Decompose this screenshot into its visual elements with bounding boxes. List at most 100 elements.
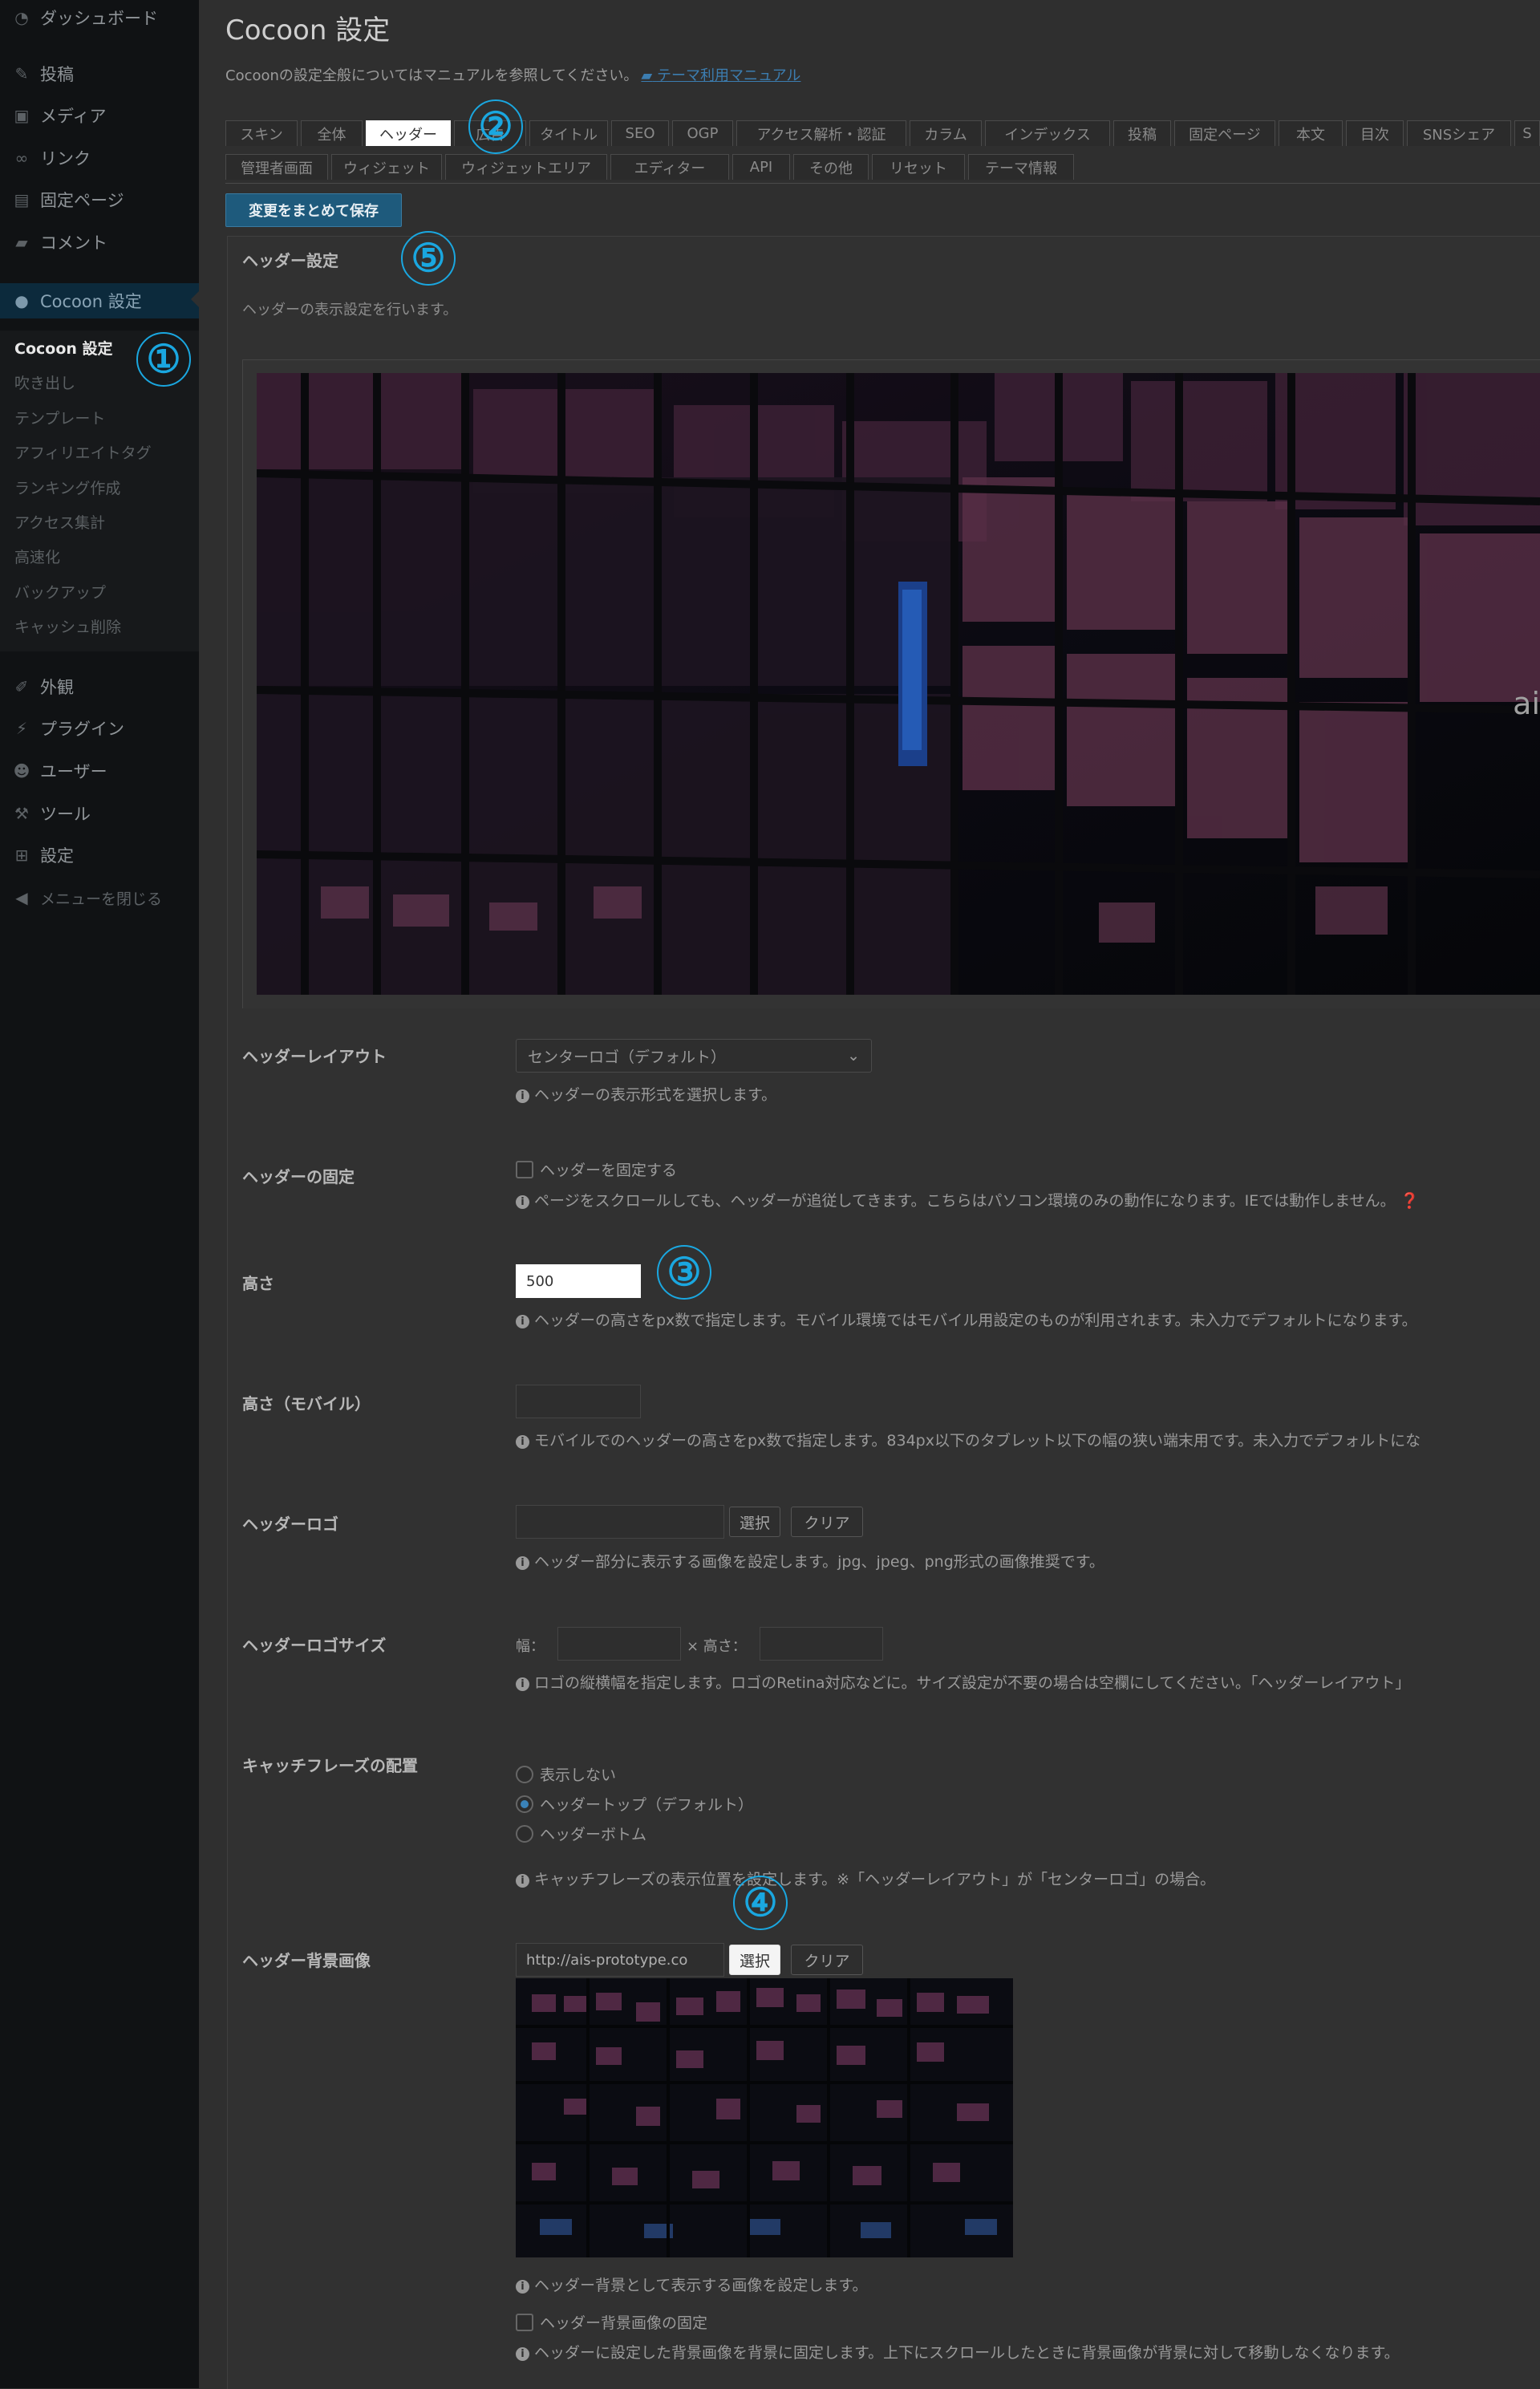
bg-image-select-button[interactable]: 選択 [729,1945,780,1975]
info-icon: i [516,2280,529,2294]
logo-height-input[interactable] [760,1627,883,1661]
cocoon-icon: ● [14,291,29,310]
help-text: ヘッダーに設定した背景画像を背景に固定します。上下にスクロールしたときに背景画像… [534,2344,1400,2362]
submenu-affiliate-tag[interactable]: アフィリエイトタグ [14,441,152,463]
menu-appearance[interactable]: ✐ 外観 [0,671,199,703]
menu-label: プラグイン [40,720,124,739]
bg-image-url-input[interactable]: http://ais-prototype.co [516,1943,724,1977]
help-text: モバイルでのヘッダーの高さをpx数で指定します。834px以下のタブレット以下の… [534,1432,1421,1450]
menu-collapse[interactable]: ◀ メニューを閉じる [0,882,199,914]
submenu-backup[interactable]: バックアップ [14,581,106,602]
tab-seo[interactable]: SEO [611,120,669,146]
info-icon: i [516,1089,529,1103]
help-text: ロゴの縦横幅を指定します。ロゴのRetina対応などに。サイズ設定が不要の場合は… [534,1674,1411,1692]
media-icon: ▣ [14,106,30,125]
header-layout-value: センターロゴ（デフォルト） [528,1048,727,1066]
menu-label: ツール [40,805,91,824]
plugin-icon: ⚡ [15,719,28,738]
menu-pages[interactable]: ▤ 固定ページ [0,184,199,216]
tab-index[interactable]: インデックス [985,120,1110,146]
question-icon[interactable]: ❓ [1400,1192,1420,1210]
tab-column[interactable]: カラム [910,120,982,146]
tab-editor[interactable]: エディター [610,154,729,180]
tab-all[interactable]: 全体 [301,120,363,146]
menu-comments[interactable]: ▰ コメント [0,226,199,258]
menu-settings[interactable]: ⊞ 設定 [0,839,199,871]
tab-reset[interactable]: リセット [872,154,965,180]
annotation-marker-5: ⑤ [401,231,456,286]
submenu-access[interactable]: アクセス集計 [14,511,105,533]
height-input[interactable]: 500 [516,1264,641,1298]
menu-tools[interactable]: ⚒ ツール [0,797,199,829]
catchphrase-option-label[interactable]: ヘッダーボトム [540,1823,646,1844]
menu-plugins[interactable]: ⚡ プラグイン [0,712,199,744]
menu-users[interactable]: ☻ ユーザー [0,755,199,787]
bg-image-clear-button[interactable]: クリア [791,1945,863,1975]
tab-admin-screen[interactable]: 管理者画面 [225,154,328,180]
tab-theme-info[interactable]: テーマ情報 [968,154,1074,180]
header-logo-select-button[interactable]: 選択 [729,1507,780,1537]
height-mobile-input[interactable] [516,1385,641,1418]
manual-link-label: テーマ利用マニュアル [656,67,801,84]
tab-api[interactable]: API [732,154,790,180]
bg-image-fix-checkbox[interactable] [516,2314,533,2331]
menu-media[interactable]: ▣ メディア [0,99,199,132]
submenu-template[interactable]: テンプレート [14,407,105,428]
tab-title[interactable]: タイトル [529,120,608,146]
bg-image-fix-label[interactable]: ヘッダー背景画像の固定 [540,2311,707,2333]
help-text: キャッチフレーズの表示位置を設定します。※「ヘッダーレイアウト」が「センターロゴ… [534,1871,1216,1888]
menu-label: 外観 [40,678,74,697]
tab-widget-area[interactable]: ウィジェットエリア [445,154,607,180]
annotation-marker-1: ① [136,332,191,387]
catchphrase-radio-none[interactable] [516,1766,533,1783]
catchphrase-help: i キャッチフレーズの表示位置を設定します。※「ヘッダーレイアウト」が「センターロ… [516,1868,1215,1889]
submenu-ranking[interactable]: ランキング作成 [14,477,120,498]
catchphrase-option-label[interactable]: ヘッダートップ（デフォルト） [540,1793,753,1815]
tab-analytics[interactable]: アクセス解析・認証 [736,120,906,146]
tab-overflow[interactable]: S [1514,120,1540,146]
submenu-cache-clear[interactable]: キャッシュ削除 [14,615,121,637]
page-title: Cocoon 設定 [225,14,391,47]
submenu-balloon[interactable]: 吹き出し [14,371,75,393]
tab-ogp[interactable]: OGP [672,120,733,146]
header-fixed-checkbox[interactable] [516,1161,533,1178]
info-icon: i [516,2347,529,2361]
tab-post[interactable]: 投稿 [1113,120,1171,146]
tab-header[interactable]: ヘッダー [366,120,451,146]
tab-skin[interactable]: スキン [225,120,298,146]
catchphrase-radio-bottom[interactable] [516,1825,533,1843]
submenu-cocoon-settings[interactable]: Cocoon 設定 [14,337,113,359]
menu-label: 設定 [40,846,74,866]
catchphrase-option-label[interactable]: 表示しない [540,1763,616,1785]
save-all-button[interactable]: 変更をまとめて保存 [225,193,402,227]
catchphrase-radio-top[interactable] [516,1795,533,1813]
tab-sns-share[interactable]: SNSシェア [1407,120,1511,146]
header-layout-select[interactable]: センターロゴ（デフォルト） ⌄ [516,1039,872,1073]
help-text: ヘッダー背景として表示する画像を設定します。 [534,2277,868,2294]
header-logo-input[interactable] [516,1505,724,1539]
tab-widget[interactable]: ウィジェット [331,154,442,180]
building-thumbnail [516,1978,1013,2257]
header-logo-clear-button[interactable]: クリア [791,1507,863,1537]
menu-dashboard[interactable]: ◔ ダッシュボード [0,2,199,34]
menu-label: 固定ページ [40,191,124,210]
submenu-speedup[interactable]: 高速化 [14,546,60,567]
tab-toc[interactable]: 目次 [1346,120,1404,146]
menu-label: メディア [40,107,107,126]
building-photo [257,373,1540,995]
chevron-down-icon: ⌄ [847,1047,860,1065]
manual-link[interactable]: ▰ テーマ利用マニュアル [641,67,800,84]
tab-other[interactable]: その他 [793,154,869,180]
help-text: ヘッダーの表示形式を選択します。 [534,1086,777,1104]
help-text: ヘッダーの高さをpx数で指定します。モバイル環境ではモバイル用設定のものが利用さ… [534,1312,1417,1329]
menu-posts[interactable]: ✎ 投稿 [0,58,199,90]
logo-width-input[interactable] [557,1627,681,1661]
header-logo-help: i ヘッダー部分に表示する画像を設定します。jpg、jpeg、png形式の画像推奨… [516,1550,1104,1572]
tab-body[interactable]: 本文 [1279,120,1343,146]
logo-height-label: × 高さ： [687,1638,747,1655]
menu-cocoon-settings[interactable]: ● Cocoon 設定 [0,283,199,318]
tab-fixed-page[interactable]: 固定ページ [1174,120,1275,146]
menu-links[interactable]: ∞ リンク [0,142,199,174]
menu-label: コメント [40,233,107,253]
header-fixed-checkbox-label[interactable]: ヘッダーを固定する [540,1158,677,1180]
